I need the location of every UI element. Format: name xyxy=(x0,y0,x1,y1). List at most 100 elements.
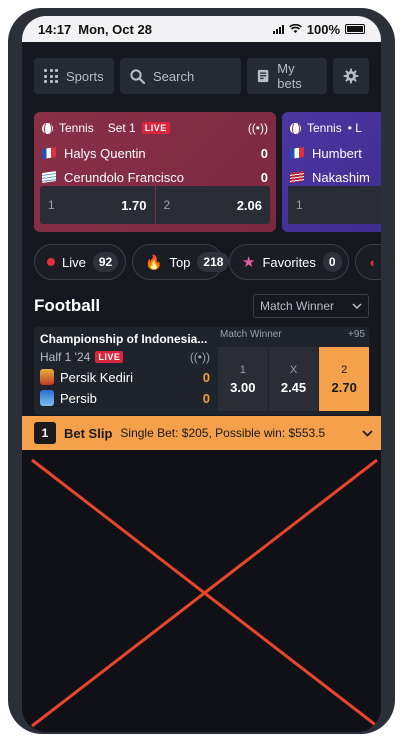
more-markets[interactable]: +95 xyxy=(348,329,365,345)
chip-label: Top xyxy=(169,254,191,270)
sports-button[interactable]: Sports xyxy=(34,58,114,94)
market-select-value: Match Winner xyxy=(260,299,335,313)
chip-count: 92 xyxy=(92,252,119,272)
phone-frame: 14:17 Mon, Oct 28 100% Sports Search My … xyxy=(8,8,395,734)
odd-button-home[interactable]: 1 3.00 xyxy=(218,347,268,411)
settings-button[interactable] xyxy=(333,58,369,94)
odd-value: 3.00 xyxy=(230,379,256,395)
card-sport: Tennis xyxy=(59,121,94,135)
placeholder-cross-icon xyxy=(31,458,378,728)
odd-value: 2.06 xyxy=(236,197,262,213)
filter-live[interactable]: Live 92 xyxy=(34,244,126,280)
section-header: Football Match Winner xyxy=(34,292,369,320)
odd-value: 2.70 xyxy=(331,379,357,395)
team-crest-icon xyxy=(40,369,54,385)
filter-chips: Live 92 🔥 Top 218 ★ Favorites 0 ◖ xyxy=(34,244,381,280)
odd-button[interactable]: 1 1.70 xyxy=(40,186,155,224)
team-row: Persik Kediri 0 xyxy=(40,369,210,385)
odd-label: X xyxy=(289,363,298,376)
live-event-card[interactable]: Tennis Set 1 LIVE ((•)) Halys Quentin 0 … xyxy=(34,112,276,232)
team-name: Nakashim xyxy=(312,169,370,185)
live-badge: LIVE xyxy=(95,351,124,363)
sports-label: Sports xyxy=(66,68,104,84)
tennis-ball-icon xyxy=(42,121,53,136)
live-event-card[interactable]: Tennis • L Humbert Nakashim 1 xyxy=(282,112,381,232)
bet-slip-bar[interactable]: 1 Bet Slip Single Bet: $205, Possible wi… xyxy=(22,416,381,450)
match-row[interactable]: Championship of Indonesia... Half 1 '24 … xyxy=(34,327,370,415)
team-name: Persik Kediri xyxy=(60,369,133,385)
odd-label: 1 xyxy=(48,198,55,212)
market-header: Match Winner +95 xyxy=(218,327,369,345)
odd-label: 1 xyxy=(296,198,303,212)
star-icon: ★ xyxy=(242,254,256,271)
live-dot-icon xyxy=(47,258,55,266)
card-sport: Tennis xyxy=(307,121,342,135)
team-row: Persib 0 xyxy=(40,390,210,406)
card-header: Tennis Set 1 LIVE ((•)) xyxy=(42,120,268,136)
chip-label: Favorites xyxy=(262,254,316,270)
signal-icon xyxy=(272,24,284,34)
match-info: Championship of Indonesia... Half 1 '24 … xyxy=(40,332,210,406)
chevron-down-icon xyxy=(362,429,373,437)
team-score: 0 xyxy=(202,390,210,406)
market-select[interactable]: Match Winner xyxy=(253,294,369,318)
france-flag-icon xyxy=(42,147,56,159)
status-bar: 14:17 Mon, Oct 28 100% xyxy=(22,16,381,42)
odd-label: 2 xyxy=(341,363,348,376)
usa-flag-icon xyxy=(290,171,304,183)
grid-icon xyxy=(44,69,58,83)
card-period: • L xyxy=(347,121,362,135)
chip-label: Live xyxy=(62,254,86,270)
my-bets-label: My bets xyxy=(277,61,302,91)
category-icon: ◖ xyxy=(368,254,376,270)
team-score: 0 xyxy=(260,169,268,185)
match-market: Match Winner +95 1 3.00 X 2.45 2 2.70 xyxy=(218,327,370,415)
gear-icon xyxy=(343,68,359,84)
broadcast-icon: ((•)) xyxy=(189,350,210,364)
team-name: Humbert xyxy=(312,145,362,161)
card-odds: 1 1.70 2 2.06 xyxy=(40,186,270,224)
status-date: Mon, Oct 28 xyxy=(78,21,152,37)
team-crest-icon xyxy=(40,390,54,406)
odd-button[interactable]: 2 2.06 xyxy=(155,186,270,224)
status-time: 14:17 xyxy=(38,21,72,37)
search-button[interactable]: Search xyxy=(120,58,241,94)
empty-placeholder xyxy=(22,450,381,732)
section-title: Football xyxy=(34,296,101,315)
odd-button[interactable]: 1 xyxy=(288,186,381,224)
odd-button-draw[interactable]: X 2.45 xyxy=(268,347,319,411)
match-status: Half 1 '24 LIVE ((•)) xyxy=(40,350,210,364)
chip-count: 0 xyxy=(322,252,342,272)
team-name: Halys Quentin xyxy=(64,145,146,161)
card-team-row: Nakashim xyxy=(290,166,381,188)
odd-button-away[interactable]: 2 2.70 xyxy=(319,347,370,411)
top-nav: Sports Search My bets xyxy=(34,58,369,94)
tennis-ball-icon xyxy=(290,121,301,136)
wifi-icon xyxy=(288,24,302,33)
odd-value: 1.70 xyxy=(121,197,147,213)
uruguay-flag-icon xyxy=(42,171,56,183)
battery-icon xyxy=(345,24,365,34)
market-odds: 1 3.00 X 2.45 2 2.70 xyxy=(218,347,370,411)
france-flag-icon xyxy=(290,147,304,159)
chevron-down-icon xyxy=(352,303,362,309)
card-team-row: Halys Quentin 0 xyxy=(42,142,268,164)
filter-favorites[interactable]: ★ Favorites 0 xyxy=(229,244,349,280)
bet-slip-title: Bet Slip xyxy=(64,425,113,441)
card-odds: 1 xyxy=(288,186,381,224)
filter-top[interactable]: 🔥 Top 218 xyxy=(132,244,230,280)
market-name: Match Winner xyxy=(220,329,282,340)
odd-label: 1 xyxy=(239,363,246,376)
receipt-icon xyxy=(257,69,269,83)
bet-slip-count: 1 xyxy=(34,422,56,444)
filter-more[interactable]: ◖ xyxy=(355,244,381,280)
odd-label: 2 xyxy=(163,198,171,212)
league-name: Championship of Indonesia... xyxy=(40,332,208,346)
screen: 14:17 Mon, Oct 28 100% Sports Search My … xyxy=(22,16,381,732)
status-right: 100% xyxy=(272,22,365,37)
bet-slip-summary: Single Bet: $205, Possible win: $553.5 xyxy=(120,426,326,440)
odd-value: 2.45 xyxy=(280,379,307,395)
fire-icon: 🔥 xyxy=(145,253,163,270)
my-bets-button[interactable]: My bets xyxy=(247,58,327,94)
live-badge: LIVE xyxy=(141,122,170,134)
